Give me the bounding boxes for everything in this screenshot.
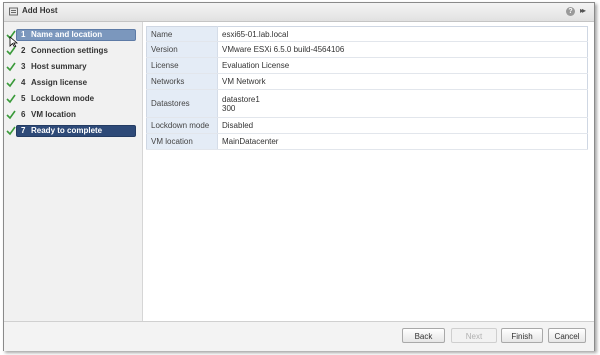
table-row: VM location MainDatacenter	[146, 133, 588, 150]
summary-panel: Name esxi65-01.lab.local Version VMware …	[143, 22, 594, 321]
checkmark-icon	[6, 94, 16, 104]
step-connection-settings[interactable]: 2 Connection settings	[4, 45, 142, 58]
add-host-dialog: Add Host ? ▸▸ 1 Name and location 2 Conn…	[3, 2, 595, 351]
step-number: 1	[21, 30, 26, 39]
step-vm-location[interactable]: 6 VM location	[4, 109, 142, 122]
step-lockdown-mode[interactable]: 5 Lockdown mode	[4, 93, 142, 106]
row-key: Name	[146, 26, 218, 42]
step-label: Name and location	[31, 30, 103, 39]
wizard-steps-sidebar: 1 Name and location 2 Connection setting…	[4, 22, 143, 321]
step-label: Assign license	[31, 78, 88, 87]
cancel-button[interactable]: Cancel	[548, 328, 586, 343]
step-number: 4	[21, 78, 26, 87]
row-key: VM location	[146, 133, 218, 150]
row-value: datastore1 300	[217, 89, 588, 118]
next-button[interactable]: Next	[451, 328, 497, 343]
row-key: Version	[146, 41, 218, 58]
host-icon	[9, 7, 18, 16]
table-row: Lockdown mode Disabled	[146, 117, 588, 134]
row-value: VM Network	[217, 73, 588, 90]
step-ready-to-complete[interactable]: 7 Ready to complete	[4, 125, 142, 138]
title-bar: Add Host ? ▸▸	[4, 3, 594, 22]
checkmark-icon	[6, 110, 16, 120]
back-button[interactable]: Back	[402, 328, 445, 343]
checkmark-icon	[6, 126, 16, 136]
datastore-size: 300	[222, 103, 236, 113]
summary-table: Name esxi65-01.lab.local Version VMware …	[146, 26, 588, 150]
checkmark-icon	[6, 46, 16, 56]
step-number: 7	[21, 126, 26, 135]
row-value: Evaluation License	[217, 57, 588, 74]
step-number: 6	[21, 110, 26, 119]
table-row: License Evaluation License	[146, 57, 588, 74]
table-row: Name esxi65-01.lab.local	[146, 26, 588, 42]
step-host-summary[interactable]: 3 Host summary	[4, 61, 142, 74]
dialog-title: Add Host	[22, 6, 58, 15]
row-value: esxi65-01.lab.local	[217, 26, 588, 42]
step-label: Host summary	[31, 62, 87, 71]
step-number: 2	[21, 46, 26, 55]
checkmark-icon	[6, 78, 16, 88]
datastore-name: datastore1	[222, 94, 260, 104]
dialog-footer: Back Next Finish Cancel	[4, 321, 594, 351]
step-name-and-location[interactable]: 1 Name and location	[4, 29, 142, 42]
step-label: Lockdown mode	[31, 94, 95, 103]
row-key: License	[146, 57, 218, 74]
step-number: 5	[21, 94, 26, 103]
step-number: 3	[21, 62, 26, 71]
row-value: MainDatacenter	[217, 133, 588, 150]
step-label: Ready to complete	[31, 126, 103, 135]
step-label: VM location	[31, 110, 76, 119]
expand-icon[interactable]: ▸▸	[580, 6, 586, 15]
row-key: Lockdown mode	[146, 117, 218, 134]
row-key: Networks	[146, 73, 218, 90]
row-value: Disabled	[217, 117, 588, 134]
finish-button[interactable]: Finish	[501, 328, 543, 343]
help-icon[interactable]: ?	[566, 7, 575, 16]
table-row: Datastores datastore1 300	[146, 89, 588, 118]
table-row: Version VMware ESXi 6.5.0 build-4564106	[146, 41, 588, 58]
row-value: VMware ESXi 6.5.0 build-4564106	[217, 41, 588, 58]
checkmark-icon	[6, 62, 16, 72]
step-label: Connection settings	[31, 46, 108, 55]
row-key: Datastores	[146, 89, 218, 118]
step-assign-license[interactable]: 4 Assign license	[4, 77, 142, 90]
table-row: Networks VM Network	[146, 73, 588, 90]
